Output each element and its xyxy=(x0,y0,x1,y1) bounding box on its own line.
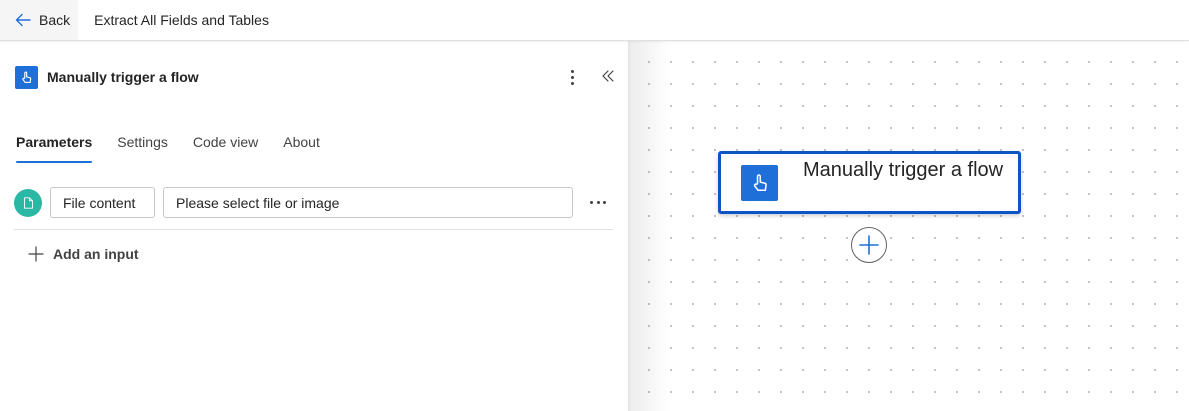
more-options-icon[interactable] xyxy=(565,67,579,87)
node-title: Manually trigger a flow xyxy=(803,159,1004,181)
trigger-node[interactable]: Manually trigger a flow xyxy=(718,151,1021,214)
details-panel: Manually trigger a flow Parameters Setti… xyxy=(0,41,628,411)
input-name-field[interactable] xyxy=(50,187,155,218)
back-label: Back xyxy=(39,12,71,28)
add-input-button[interactable]: Add an input xyxy=(28,243,139,265)
row-divider xyxy=(14,229,613,230)
row-more-options-icon[interactable] xyxy=(590,197,606,207)
tab-settings[interactable]: Settings xyxy=(117,133,168,163)
file-select-field[interactable] xyxy=(163,187,573,218)
back-button[interactable]: Back xyxy=(0,0,79,40)
hand-pointer-icon xyxy=(15,65,38,89)
canvas-shadow xyxy=(630,41,670,411)
hand-pointer-icon xyxy=(741,165,778,201)
panel-title: Manually trigger a flow xyxy=(47,69,199,85)
add-input-label: Add an input xyxy=(53,246,139,262)
tab-about[interactable]: About xyxy=(283,133,320,163)
input-parameter-row xyxy=(14,187,614,219)
panel-header: Manually trigger a flow xyxy=(15,63,620,91)
top-bar: Back Extract All Fields and Tables xyxy=(0,0,1189,41)
file-icon xyxy=(14,189,42,217)
plus-icon xyxy=(28,246,44,262)
collapse-panel-icon[interactable] xyxy=(599,65,617,87)
arrow-left-icon xyxy=(15,13,31,27)
tab-parameters[interactable]: Parameters xyxy=(16,133,93,163)
designer-canvas[interactable]: Manually trigger a flow xyxy=(630,41,1189,411)
add-step-button[interactable] xyxy=(851,227,887,263)
flow-title: Extract All Fields and Tables xyxy=(94,12,269,28)
plus-icon xyxy=(859,235,879,255)
panel-tabs: Parameters Settings Code view About xyxy=(16,133,345,163)
tab-code-view[interactable]: Code view xyxy=(193,133,258,163)
